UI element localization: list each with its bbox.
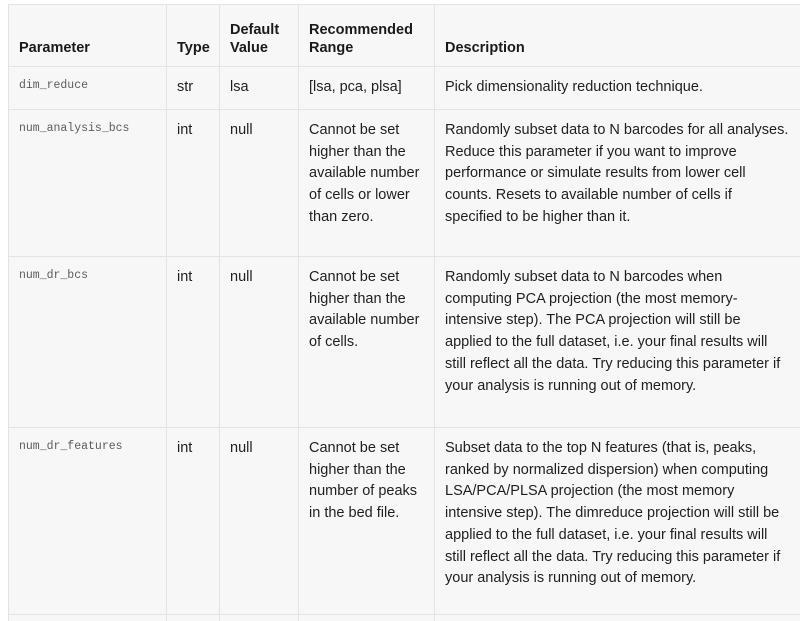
cell-default-value: null <box>219 427 299 615</box>
cell-type <box>166 614 220 621</box>
column-header-type-label: Type <box>177 39 210 56</box>
cell-parameter: num_dr_bcs <box>8 256 167 428</box>
column-header-type: Type <box>166 4 220 67</box>
table-header-row: Parameter Type Default Value Recommended… <box>8 4 800 67</box>
cell-parameter: dim_reduce <box>8 66 167 110</box>
cell-description <box>434 614 800 621</box>
cell-description: Randomly subset data to N barcodes when … <box>434 256 800 428</box>
column-header-default-value: Default Value <box>219 4 299 67</box>
cell-type: int <box>166 427 220 615</box>
column-header-description-label: Description <box>445 39 525 56</box>
column-header-default-line1: Default <box>230 22 280 39</box>
cell-description: Pick dimensionality reduction technique. <box>434 66 800 110</box>
column-header-parameter-label: Parameter <box>19 39 90 56</box>
cell-parameter: num_dr_features <box>8 427 167 615</box>
cell-parameter: num_analysis_bcs <box>8 109 167 257</box>
cell-default-value: null <box>219 256 299 428</box>
table-row <box>8 614 800 621</box>
column-header-range-line1: Recommended <box>309 22 413 39</box>
cell-default-value: null <box>219 109 299 257</box>
cell-type: str <box>166 66 220 110</box>
cell-description: Randomly subset data to N barcodes for a… <box>434 109 800 257</box>
cell-recommended-range: [lsa, pca, plsa] <box>298 66 435 110</box>
column-header-default-line2: Value <box>230 39 268 56</box>
cell-type: int <box>166 256 220 428</box>
table-row: num_dr_features int null Cannot be set h… <box>8 427 800 615</box>
cell-default-value: lsa <box>219 66 299 110</box>
parameter-table: Parameter Type Default Value Recommended… <box>8 4 800 621</box>
column-header-range-line2: Range <box>309 39 354 56</box>
column-header-recommended-range: Recommended Range <box>298 4 435 67</box>
table-row: num_analysis_bcs int null Cannot be set … <box>8 109 800 257</box>
cell-default-value <box>219 614 299 621</box>
column-header-parameter: Parameter <box>8 4 167 67</box>
cell-parameter <box>8 614 167 621</box>
cell-type: int <box>166 109 220 257</box>
cell-recommended-range: Cannot be set higher than the available … <box>298 109 435 257</box>
parameter-table-container: Parameter Type Default Value Recommended… <box>8 4 800 621</box>
table-body: dim_reduce str lsa [lsa, pca, plsa] Pick… <box>8 66 800 621</box>
table-header: Parameter Type Default Value Recommended… <box>8 4 800 67</box>
cell-recommended-range: Cannot be set higher than the available … <box>298 256 435 428</box>
cell-recommended-range: Cannot be set higher than the number of … <box>298 427 435 615</box>
column-header-description: Description <box>434 4 800 67</box>
cell-recommended-range <box>298 614 435 621</box>
page-root: Parameter Type Default Value Recommended… <box>0 0 809 621</box>
cell-description: Subset data to the top N features (that … <box>434 427 800 615</box>
table-row: num_dr_bcs int null Cannot be set higher… <box>8 256 800 428</box>
table-row: dim_reduce str lsa [lsa, pca, plsa] Pick… <box>8 66 800 110</box>
